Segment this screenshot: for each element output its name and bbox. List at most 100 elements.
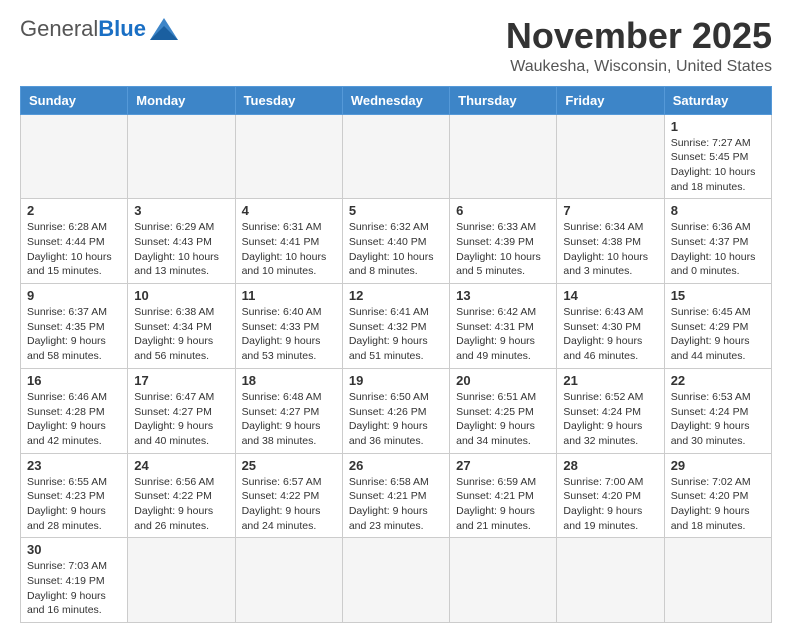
week-row-4: 16Sunrise: 6:46 AM Sunset: 4:28 PM Dayli…: [21, 368, 772, 453]
calendar-cell: [235, 114, 342, 199]
calendar-cell: [342, 114, 449, 199]
calendar-cell: 2 Sunrise: 6:28 AM Sunset: 4:44 PM Daylig…: [21, 199, 128, 284]
calendar-cell: 21Sunrise: 6:52 AM Sunset: 4:24 PM Dayli…: [557, 368, 664, 453]
day-number: 19: [349, 373, 443, 388]
logo-general-text: General: [20, 16, 98, 42]
calendar-cell: [342, 538, 449, 623]
week-row-3: 9 Sunrise: 6:37 AM Sunset: 4:35 PM Daylig…: [21, 284, 772, 369]
day-number: 11: [242, 288, 336, 303]
day-info: Sunrise: 6:58 AM Sunset: 4:21 PM Dayligh…: [349, 475, 443, 534]
calendar-cell: 11 Sunrise: 6:40 AM Sunset: 4:33 PM Dayli…: [235, 284, 342, 369]
calendar-cell: [557, 538, 664, 623]
weekday-header-tuesday: Tuesday: [235, 86, 342, 114]
day-info: Sunrise: 7:03 AM Sunset: 4:19 PM Dayligh…: [27, 559, 121, 618]
calendar-cell: 8 Sunrise: 6:36 AM Sunset: 4:37 PM Daylig…: [664, 199, 771, 284]
day-info: Sunrise: 6:33 AM Sunset: 4:39 PM Dayligh…: [456, 220, 550, 279]
calendar-cell: 1Sunrise: 7:27 AM Sunset: 5:45 PM Daylig…: [664, 114, 771, 199]
calendar-cell: 9 Sunrise: 6:37 AM Sunset: 4:35 PM Daylig…: [21, 284, 128, 369]
calendar-cell: 4 Sunrise: 6:31 AM Sunset: 4:41 PM Daylig…: [235, 199, 342, 284]
calendar-cell: 22 Sunrise: 6:53 AM Sunset: 4:24 PM Dayli…: [664, 368, 771, 453]
day-info: Sunrise: 6:50 AM Sunset: 4:26 PM Dayligh…: [349, 390, 443, 449]
calendar-cell: 7 Sunrise: 6:34 AM Sunset: 4:38 PM Daylig…: [557, 199, 664, 284]
calendar: SundayMondayTuesdayWednesdayThursdayFrid…: [20, 86, 772, 624]
day-number: 1: [671, 119, 765, 134]
logo-icon: [150, 18, 178, 40]
day-info: Sunrise: 7:00 AM Sunset: 4:20 PM Dayligh…: [563, 475, 657, 534]
calendar-cell: 16Sunrise: 6:46 AM Sunset: 4:28 PM Dayli…: [21, 368, 128, 453]
day-number: 30: [27, 542, 121, 557]
calendar-cell: 10Sunrise: 6:38 AM Sunset: 4:34 PM Dayli…: [128, 284, 235, 369]
day-number: 7: [563, 203, 657, 218]
day-number: 6: [456, 203, 550, 218]
day-info: Sunrise: 7:02 AM Sunset: 4:20 PM Dayligh…: [671, 475, 765, 534]
title-block: November 2025 Waukesha, Wisconsin, Unite…: [506, 16, 772, 76]
calendar-cell: 14Sunrise: 6:43 AM Sunset: 4:30 PM Dayli…: [557, 284, 664, 369]
calendar-cell: [450, 538, 557, 623]
day-number: 16: [27, 373, 121, 388]
day-number: 20: [456, 373, 550, 388]
day-info: Sunrise: 6:56 AM Sunset: 4:22 PM Dayligh…: [134, 475, 228, 534]
day-number: 2: [27, 203, 121, 218]
calendar-cell: 17 Sunrise: 6:47 AM Sunset: 4:27 PM Dayli…: [128, 368, 235, 453]
calendar-cell: 6 Sunrise: 6:33 AM Sunset: 4:39 PM Daylig…: [450, 199, 557, 284]
day-info: Sunrise: 6:28 AM Sunset: 4:44 PM Dayligh…: [27, 220, 121, 279]
calendar-cell: [235, 538, 342, 623]
day-info: Sunrise: 6:53 AM Sunset: 4:24 PM Dayligh…: [671, 390, 765, 449]
day-info: Sunrise: 6:45 AM Sunset: 4:29 PM Dayligh…: [671, 305, 765, 364]
day-number: 27: [456, 458, 550, 473]
logo-blue-text: Blue: [98, 16, 146, 42]
day-number: 25: [242, 458, 336, 473]
week-row-1: 1Sunrise: 7:27 AM Sunset: 5:45 PM Daylig…: [21, 114, 772, 199]
calendar-cell: [21, 114, 128, 199]
calendar-cell: 23 Sunrise: 6:55 AM Sunset: 4:23 PM Dayli…: [21, 453, 128, 538]
day-info: Sunrise: 6:34 AM Sunset: 4:38 PM Dayligh…: [563, 220, 657, 279]
page: General Blue November 2025 Waukesha, Wis…: [0, 0, 792, 643]
day-info: Sunrise: 6:40 AM Sunset: 4:33 PM Dayligh…: [242, 305, 336, 364]
logo-text: General Blue: [20, 16, 178, 42]
day-info: Sunrise: 6:29 AM Sunset: 4:43 PM Dayligh…: [134, 220, 228, 279]
day-info: Sunrise: 6:52 AM Sunset: 4:24 PM Dayligh…: [563, 390, 657, 449]
weekday-header-thursday: Thursday: [450, 86, 557, 114]
day-info: Sunrise: 6:38 AM Sunset: 4:34 PM Dayligh…: [134, 305, 228, 364]
day-info: Sunrise: 6:37 AM Sunset: 4:35 PM Dayligh…: [27, 305, 121, 364]
day-number: 15: [671, 288, 765, 303]
location-title: Waukesha, Wisconsin, United States: [506, 58, 772, 76]
calendar-cell: 19 Sunrise: 6:50 AM Sunset: 4:26 PM Dayli…: [342, 368, 449, 453]
weekday-header-saturday: Saturday: [664, 86, 771, 114]
logo: General Blue: [20, 16, 178, 42]
day-number: 26: [349, 458, 443, 473]
calendar-cell: 3 Sunrise: 6:29 AM Sunset: 4:43 PM Daylig…: [128, 199, 235, 284]
calendar-cell: [128, 114, 235, 199]
calendar-cell: 5Sunrise: 6:32 AM Sunset: 4:40 PM Daylig…: [342, 199, 449, 284]
calendar-cell: 24 Sunrise: 6:56 AM Sunset: 4:22 PM Dayli…: [128, 453, 235, 538]
month-title: November 2025: [506, 16, 772, 56]
day-info: Sunrise: 6:57 AM Sunset: 4:22 PM Dayligh…: [242, 475, 336, 534]
calendar-header-row: SundayMondayTuesdayWednesdayThursdayFrid…: [21, 86, 772, 114]
day-number: 4: [242, 203, 336, 218]
day-number: 22: [671, 373, 765, 388]
day-info: Sunrise: 6:47 AM Sunset: 4:27 PM Dayligh…: [134, 390, 228, 449]
day-info: Sunrise: 6:36 AM Sunset: 4:37 PM Dayligh…: [671, 220, 765, 279]
day-info: Sunrise: 6:32 AM Sunset: 4:40 PM Dayligh…: [349, 220, 443, 279]
calendar-cell: 28 Sunrise: 7:00 AM Sunset: 4:20 PM Dayli…: [557, 453, 664, 538]
day-number: 17: [134, 373, 228, 388]
calendar-cell: 25 Sunrise: 6:57 AM Sunset: 4:22 PM Dayli…: [235, 453, 342, 538]
day-info: Sunrise: 6:55 AM Sunset: 4:23 PM Dayligh…: [27, 475, 121, 534]
day-number: 3: [134, 203, 228, 218]
day-number: 8: [671, 203, 765, 218]
calendar-cell: 15 Sunrise: 6:45 AM Sunset: 4:29 PM Dayli…: [664, 284, 771, 369]
day-info: Sunrise: 6:51 AM Sunset: 4:25 PM Dayligh…: [456, 390, 550, 449]
calendar-cell: 18Sunrise: 6:48 AM Sunset: 4:27 PM Dayli…: [235, 368, 342, 453]
day-number: 9: [27, 288, 121, 303]
weekday-header-wednesday: Wednesday: [342, 86, 449, 114]
calendar-cell: 27Sunrise: 6:59 AM Sunset: 4:21 PM Dayli…: [450, 453, 557, 538]
day-number: 28: [563, 458, 657, 473]
weekday-header-sunday: Sunday: [21, 86, 128, 114]
day-info: Sunrise: 6:31 AM Sunset: 4:41 PM Dayligh…: [242, 220, 336, 279]
day-number: 24: [134, 458, 228, 473]
weekday-header-monday: Monday: [128, 86, 235, 114]
day-number: 23: [27, 458, 121, 473]
calendar-cell: 20 Sunrise: 6:51 AM Sunset: 4:25 PM Dayli…: [450, 368, 557, 453]
calendar-cell: [450, 114, 557, 199]
week-row-5: 23 Sunrise: 6:55 AM Sunset: 4:23 PM Dayli…: [21, 453, 772, 538]
